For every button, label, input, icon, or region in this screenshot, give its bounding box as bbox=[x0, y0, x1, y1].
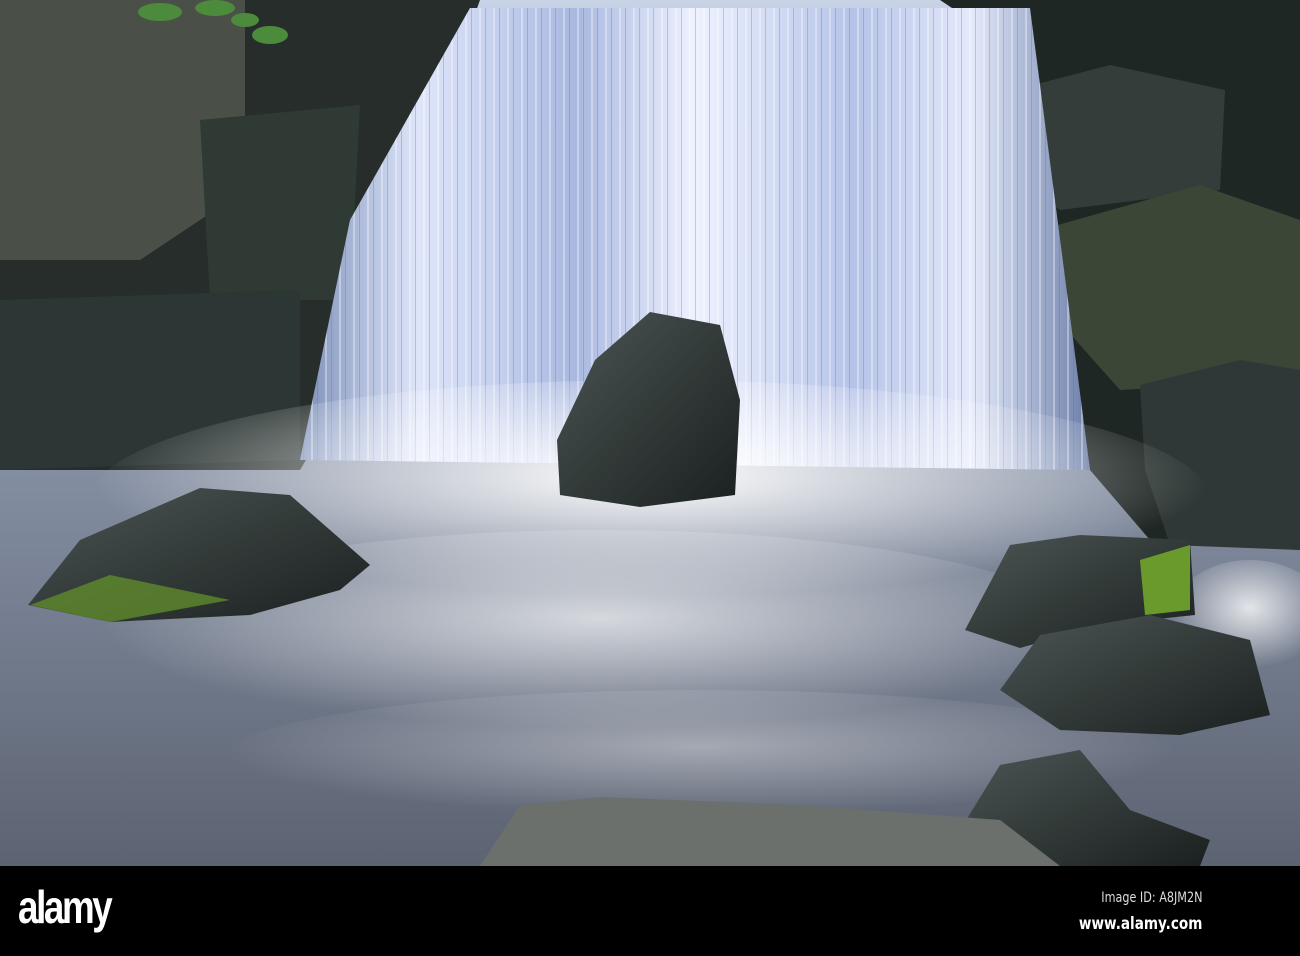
alamy-logo[interactable]: alamy bbox=[18, 880, 113, 934]
footer-bar: alamy Image ID: A8JM2N www.alamy.com bbox=[0, 866, 1300, 956]
stock-photo: alamy Image ID: A8JM2N www.alamy.com bbox=[0, 0, 1300, 956]
image-id: Image ID: A8JM2N bbox=[1100, 890, 1202, 906]
website-link[interactable]: www.alamy.com bbox=[1078, 914, 1202, 934]
waterfall-photo bbox=[0, 0, 1300, 866]
